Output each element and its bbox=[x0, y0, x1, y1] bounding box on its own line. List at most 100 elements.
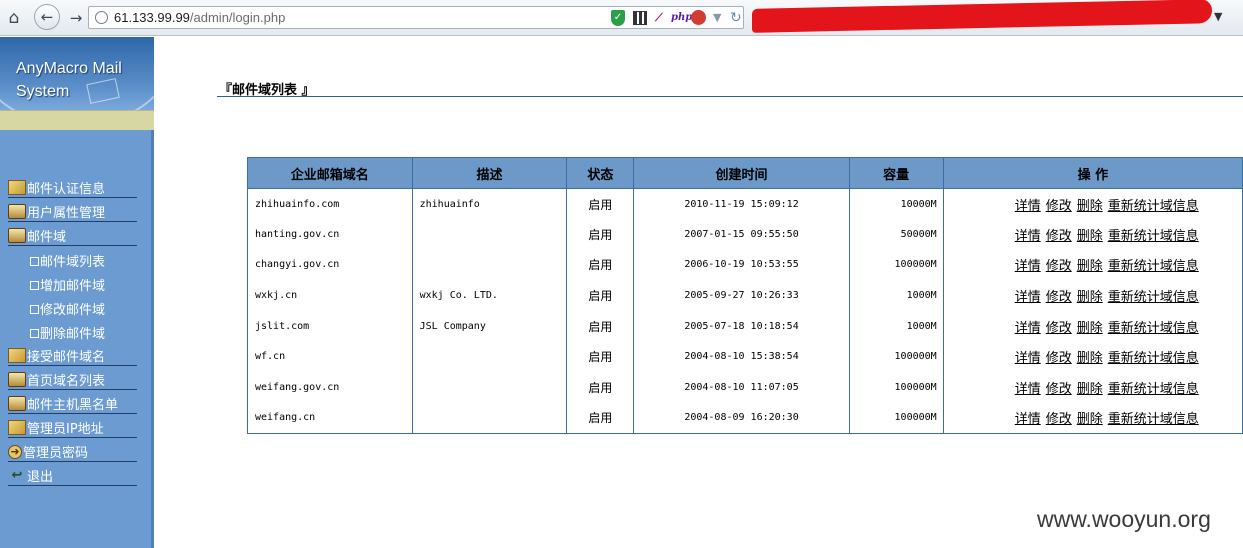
capacity-cell: 1000M bbox=[848, 280, 944, 311]
delete-link[interactable]: 删除 bbox=[1077, 229, 1103, 244]
sidebar-item-accepted-domains[interactable]: 接受邮件域名 bbox=[8, 344, 137, 366]
recount-domain-link[interactable]: 重新统计域信息 bbox=[1108, 321, 1199, 336]
domain-name-cell: weifang.gov.cn bbox=[247, 372, 413, 403]
sidebar-item-host-blacklist[interactable]: 邮件主机黑名单 bbox=[8, 392, 137, 414]
edit-link[interactable]: 修改 bbox=[1046, 199, 1072, 214]
edit-link[interactable]: 修改 bbox=[1046, 412, 1072, 427]
edit-link[interactable]: 修改 bbox=[1046, 229, 1072, 244]
domain-name-cell: wf.cn bbox=[247, 341, 413, 373]
actions-cell: 详情 修改 删除 重新统计域信息 bbox=[942, 402, 1243, 434]
created-time-cell: 2005-07-18 10:18:54 bbox=[633, 310, 850, 342]
details-link[interactable]: 详情 bbox=[1015, 321, 1041, 336]
sidebar-subitem-add-domain[interactable]: 增加邮件域 bbox=[30, 275, 105, 294]
capacity-cell: 50000M bbox=[848, 219, 944, 250]
table-header-row: 企业邮箱域名 描述 状态 创建时间 容量 操 作 bbox=[247, 157, 1243, 189]
domain-table: 企业邮箱域名 描述 状态 创建时间 容量 操 作 zhihuainfo.com z… bbox=[247, 157, 1243, 434]
column-header-description: 描述 bbox=[411, 157, 568, 189]
details-link[interactable]: 详情 bbox=[1015, 229, 1041, 244]
actions-cell: 详情 修改 删除 重新统计域信息 bbox=[942, 280, 1243, 311]
delete-link[interactable]: 删除 bbox=[1077, 382, 1103, 397]
sidebar-subitem-domain-list[interactable]: 邮件域列表 bbox=[30, 251, 105, 270]
php-icon[interactable]: php bbox=[671, 10, 692, 26]
sidebar-item-homepage-domains[interactable]: 首页域名列表 bbox=[8, 368, 137, 390]
recount-domain-link[interactable]: 重新统计域信息 bbox=[1108, 351, 1199, 366]
created-time-cell: 2004-08-10 11:07:05 bbox=[633, 372, 850, 403]
document-icon bbox=[8, 420, 26, 435]
created-time-cell: 2004-08-09 16:20:30 bbox=[633, 402, 850, 434]
actions-cell: 详情 修改 删除 重新统计域信息 bbox=[942, 219, 1243, 250]
bullet-icon bbox=[30, 257, 39, 266]
capacity-cell: 100000M bbox=[848, 249, 944, 281]
sidebar-subitem-delete-domain[interactable]: 删除邮件域 bbox=[30, 323, 105, 342]
details-link[interactable]: 详情 bbox=[1015, 290, 1041, 305]
table-row: weifang.gov.cn 启用 2004-08-10 11:07:05 10000… bbox=[247, 372, 1243, 403]
created-time-cell: 2007-01-15 09:55:50 bbox=[633, 219, 850, 250]
domain-name-cell: changyi.gov.cn bbox=[247, 249, 413, 281]
redaction-mark bbox=[752, 0, 1212, 33]
edit-link[interactable]: 修改 bbox=[1046, 290, 1072, 305]
sidebar-item-admin-password[interactable]: ➜ 管理员密码 bbox=[8, 440, 137, 462]
domain-name-cell: jslit.com bbox=[247, 310, 413, 342]
delete-link[interactable]: 删除 bbox=[1077, 351, 1103, 366]
details-link[interactable]: 详情 bbox=[1015, 259, 1041, 274]
document-icon bbox=[8, 180, 26, 195]
address-bar[interactable]: 61.133.99.99/admin/login.php ✓ ⟋ php ▼ ↻ bbox=[88, 6, 744, 29]
sidebar-item-mail-domain[interactable]: 邮件域 bbox=[8, 224, 137, 246]
sidebar-subitem-edit-domain[interactable]: 修改邮件域 bbox=[30, 299, 105, 318]
status-cell: 启用 bbox=[566, 280, 635, 311]
table-row: jslit.com JSL Company 启用 2005-07-18 10:18:5… bbox=[247, 310, 1243, 342]
column-header-created: 创建时间 bbox=[633, 157, 850, 189]
title-divider bbox=[217, 96, 1243, 97]
capacity-cell: 100000M bbox=[848, 402, 944, 434]
column-header-actions: 操 作 bbox=[942, 157, 1243, 189]
table-row: wxkj.cn wxkj Co. LTD. 启用 2005-09-27 10:26:3… bbox=[247, 280, 1243, 311]
delete-link[interactable]: 删除 bbox=[1077, 259, 1103, 274]
details-link[interactable]: 详情 bbox=[1015, 412, 1041, 427]
recount-domain-link[interactable]: 重新统计域信息 bbox=[1108, 229, 1199, 244]
home-icon[interactable]: ⌂ bbox=[2, 6, 26, 30]
edit-link[interactable]: 修改 bbox=[1046, 321, 1072, 336]
logo: AnyMacro Mail System bbox=[0, 37, 154, 110]
sidebar-item-auth-info[interactable]: 邮件认证信息 bbox=[8, 176, 137, 198]
arrow-icon: ➜ bbox=[8, 445, 22, 459]
column-header-domain: 企业邮箱域名 bbox=[247, 157, 413, 189]
details-link[interactable]: 详情 bbox=[1015, 199, 1041, 214]
back-button[interactable]: ← bbox=[34, 4, 60, 30]
sidebar-item-user-attributes[interactable]: 用户属性管理 bbox=[8, 200, 137, 222]
created-time-cell: 2006-10-19 10:53:55 bbox=[633, 249, 850, 281]
delete-link[interactable]: 删除 bbox=[1077, 199, 1103, 214]
delete-link[interactable]: 删除 bbox=[1077, 412, 1103, 427]
book-icon bbox=[8, 228, 26, 243]
extension-icon[interactable] bbox=[691, 10, 706, 25]
details-link[interactable]: 详情 bbox=[1015, 351, 1041, 366]
edit-link[interactable]: 修改 bbox=[1046, 259, 1072, 274]
recount-domain-link[interactable]: 重新统计域信息 bbox=[1108, 259, 1199, 274]
delete-link[interactable]: 删除 bbox=[1077, 290, 1103, 305]
edit-link[interactable]: 修改 bbox=[1046, 382, 1072, 397]
forward-button[interactable]: → bbox=[64, 6, 88, 30]
recount-domain-link[interactable]: 重新统计域信息 bbox=[1108, 290, 1199, 305]
sidebar-item-logout[interactable]: ↩ 退出 bbox=[8, 464, 137, 486]
capacity-cell: 100000M bbox=[848, 341, 944, 373]
qr-code-icon[interactable] bbox=[633, 11, 647, 25]
dropdown-icon[interactable]: ▼ bbox=[713, 10, 721, 26]
menu-arrow-icon[interactable]: ▼ bbox=[1214, 10, 1222, 23]
feather-icon[interactable]: ⟋ bbox=[655, 10, 663, 26]
shield-icon[interactable]: ✓ bbox=[611, 10, 625, 26]
created-time-cell: 2010-11-19 15:09:12 bbox=[633, 188, 850, 220]
watermark: www.wooyun.org bbox=[1037, 506, 1211, 532]
sidebar-item-admin-ip[interactable]: 管理员IP地址 bbox=[8, 416, 137, 438]
sidebar-band bbox=[0, 110, 154, 130]
delete-link[interactable]: 删除 bbox=[1077, 321, 1103, 336]
recount-domain-link[interactable]: 重新统计域信息 bbox=[1108, 412, 1199, 427]
recount-domain-link[interactable]: 重新统计域信息 bbox=[1108, 199, 1199, 214]
domain-name-cell: wxkj.cn bbox=[247, 280, 413, 311]
table-row: weifang.cn 启用 2004-08-09 16:20:30 100000M 详情… bbox=[247, 402, 1243, 434]
edit-link[interactable]: 修改 bbox=[1046, 351, 1072, 366]
url-text[interactable]: 61.133.99.99/admin/login.php bbox=[114, 10, 285, 25]
details-link[interactable]: 详情 bbox=[1015, 382, 1041, 397]
reload-icon[interactable]: ↻ bbox=[730, 10, 742, 26]
table-row: wf.cn 启用 2004-08-10 15:38:54 100000M 详情 修改 删除重… bbox=[247, 341, 1243, 373]
recount-domain-link[interactable]: 重新统计域信息 bbox=[1108, 382, 1199, 397]
capacity-cell: 1000M bbox=[848, 310, 944, 342]
